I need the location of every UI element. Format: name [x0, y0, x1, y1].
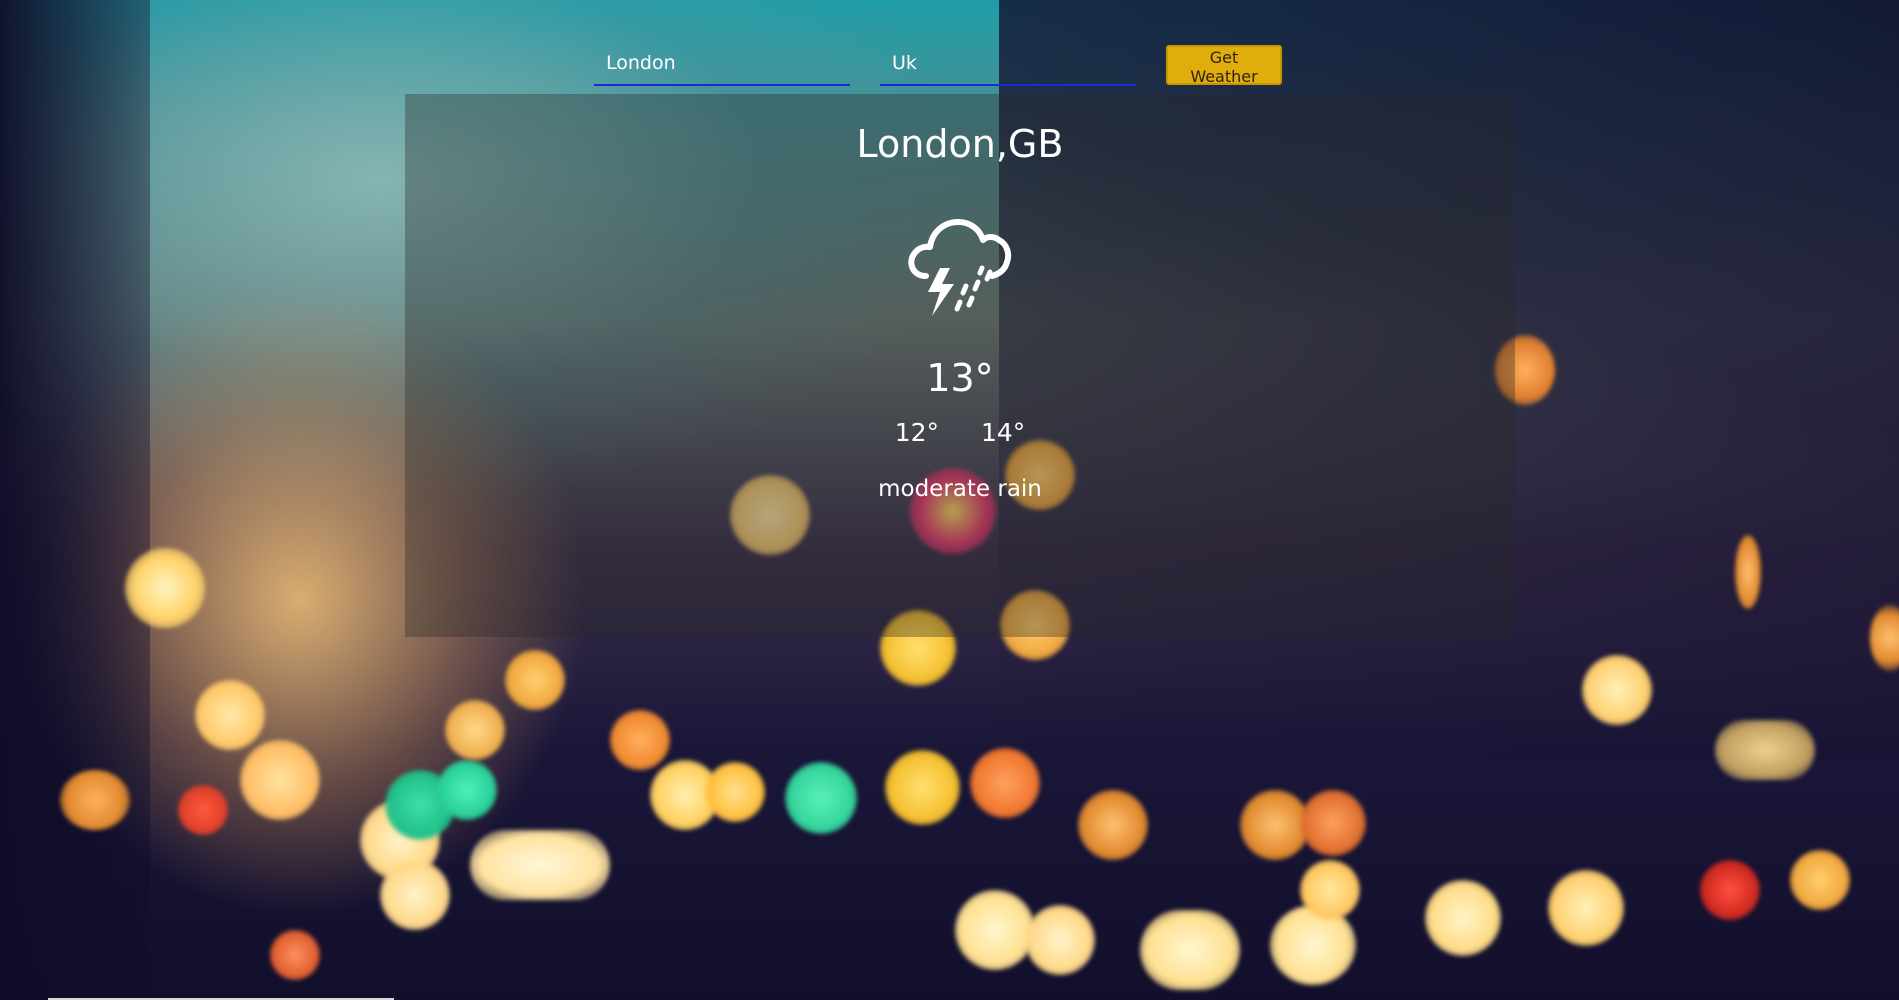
city-field-wrapper	[594, 44, 850, 86]
min-max-temperature: 12° 14°	[405, 418, 1515, 447]
country-input[interactable]	[880, 44, 1136, 82]
search-form: Get Weather	[594, 44, 1282, 86]
weather-card: London,GB 13° 12° 14° moderate rain	[405, 94, 1515, 637]
city-input[interactable]	[594, 44, 850, 82]
weather-description: moderate rain	[878, 476, 1042, 502]
min-temperature: 12°	[894, 418, 939, 447]
current-temperature: 13°	[926, 356, 994, 400]
country-field-wrapper	[880, 44, 1136, 86]
get-weather-button[interactable]: Get Weather	[1166, 45, 1282, 86]
thunderstorm-rain-icon	[908, 219, 1012, 316]
location-title: London,GB	[856, 122, 1064, 166]
max-temperature: 14°	[981, 418, 1026, 447]
